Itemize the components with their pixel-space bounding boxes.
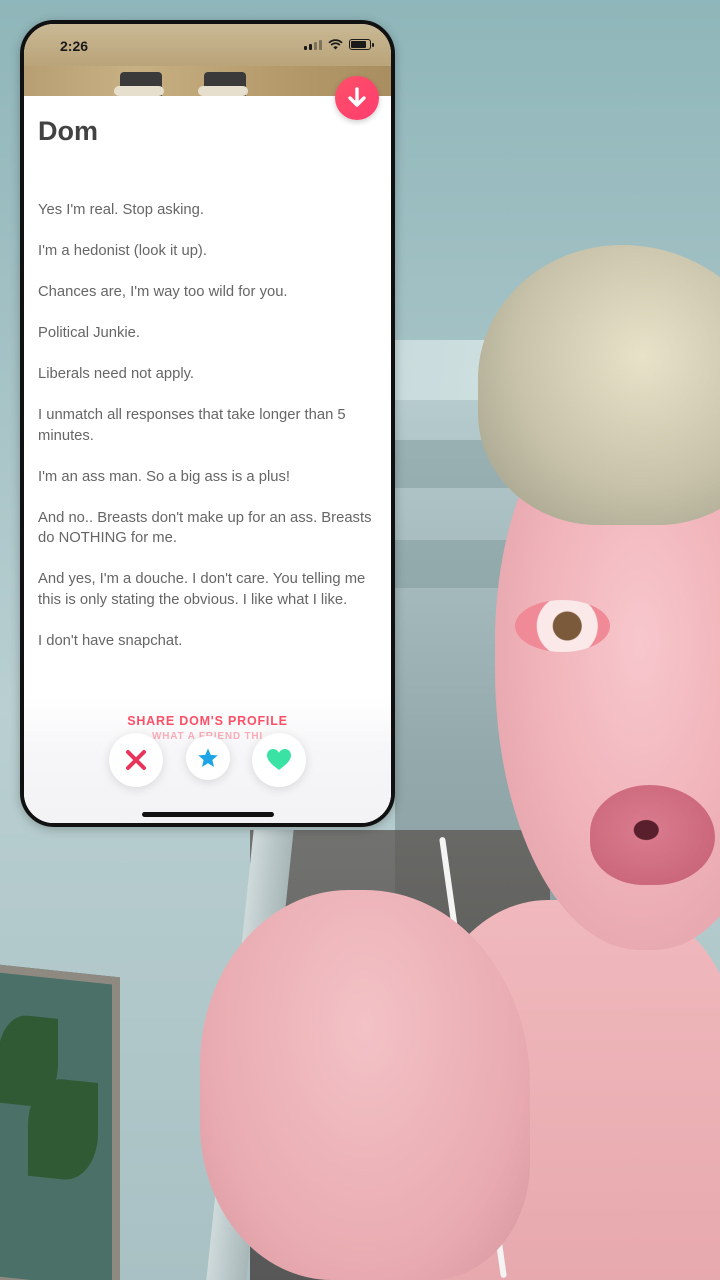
profile-name: Dom xyxy=(38,116,98,146)
battery-icon xyxy=(349,39,374,50)
arrow-down-icon xyxy=(348,87,366,107)
bio-line: And yes, I'm a douche. I don't care. You… xyxy=(38,571,366,608)
collapse-profile-button[interactable] xyxy=(335,76,379,120)
action-bar xyxy=(24,732,391,792)
wall-stripe xyxy=(395,540,515,588)
home-indicator xyxy=(142,812,274,817)
bio-line: I'm an ass man. So a big ass is a plus! xyxy=(38,468,291,485)
photo-shoe xyxy=(198,72,248,96)
superlike-button[interactable] xyxy=(186,736,230,780)
person-eye xyxy=(515,600,610,652)
share-profile-link[interactable]: SHARE DOM'S PROFILE xyxy=(24,714,391,728)
bio-line: And no.. Breasts don't make up for an as… xyxy=(38,509,372,547)
bio-line: Political Junkie. xyxy=(38,325,140,341)
plant-leaf xyxy=(28,1075,98,1184)
mirror xyxy=(0,962,120,1280)
bio-line: I don't have snapchat. xyxy=(38,632,183,649)
bio-line: Chances are, I'm way too wild for you. xyxy=(38,284,288,300)
person-lips xyxy=(590,785,715,885)
x-icon xyxy=(126,750,146,770)
bio-line: Liberals need not apply. xyxy=(38,366,195,382)
profile-bio: Yes I'm real. Stop asking. I'm a hedonis… xyxy=(38,200,383,672)
bio-line: I'm a hedonist (look it up). xyxy=(38,243,207,259)
star-icon xyxy=(198,748,218,767)
bio-line: I unmatch all responses that take longer… xyxy=(38,407,346,444)
battery-level xyxy=(351,41,367,48)
heart-icon xyxy=(267,749,291,770)
like-button[interactable] xyxy=(252,733,306,787)
status-icons xyxy=(304,39,374,50)
phone-screenshot: 2:26 Dom Yes I'm real. Stop asking. I'm … xyxy=(20,20,395,827)
photo-shoe xyxy=(114,72,164,96)
status-time: 2:26 xyxy=(60,38,89,54)
profile-card: Dom Yes I'm real. Stop asking. I'm a hed… xyxy=(24,76,391,823)
bio-line: Yes I'm real. Stop asking. xyxy=(38,202,204,218)
nope-button[interactable] xyxy=(109,733,163,787)
signal-icon xyxy=(304,39,322,50)
person-hand xyxy=(200,890,530,1280)
wifi-icon xyxy=(328,39,343,50)
